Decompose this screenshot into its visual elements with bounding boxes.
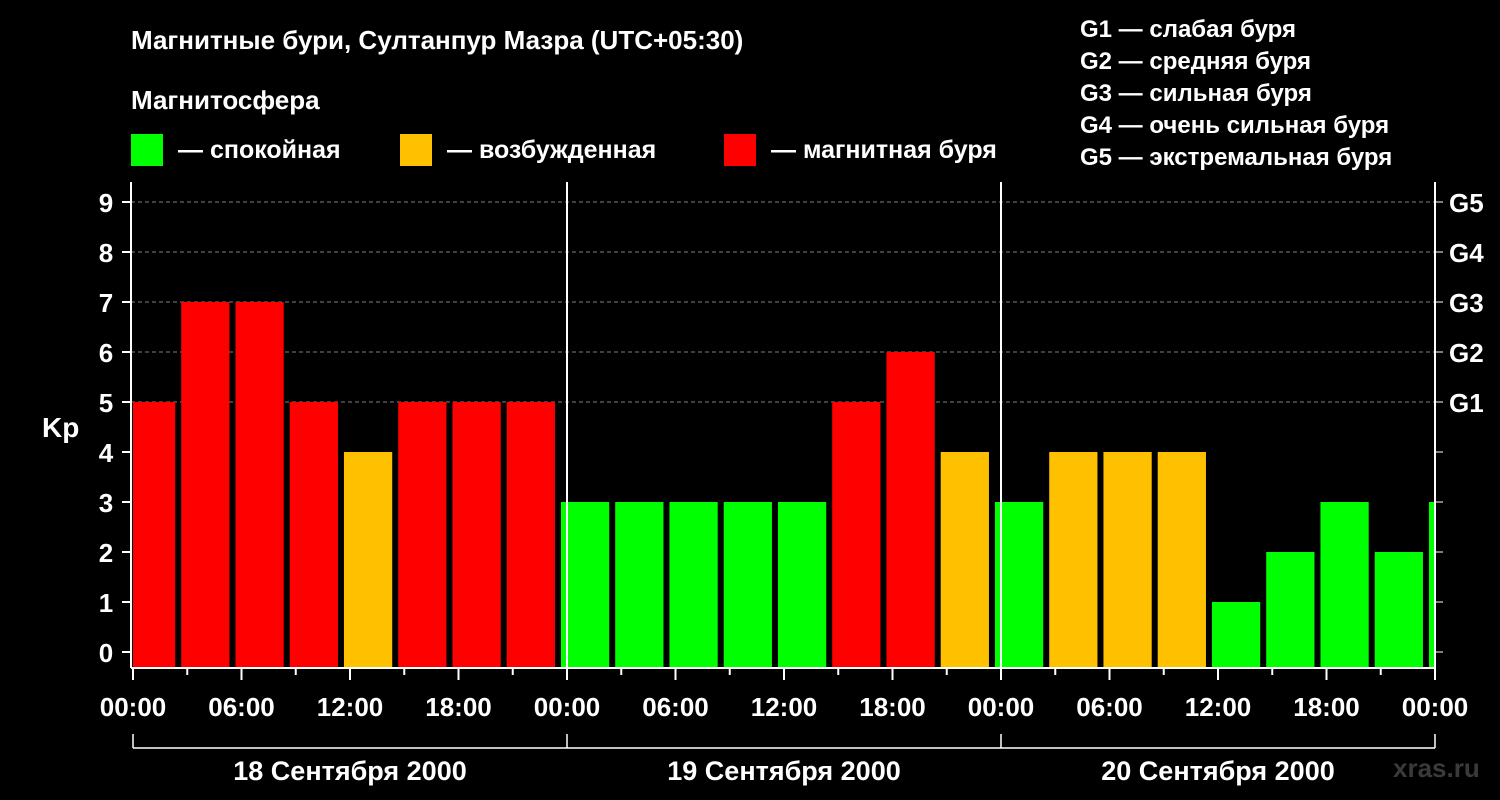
kp-bar <box>940 452 989 668</box>
legend: — спокойная — возбужденная — магнитная б… <box>131 134 997 166</box>
kp-bar <box>289 402 338 668</box>
kp-bar <box>398 402 447 668</box>
legend-swatch-storm <box>724 134 756 166</box>
kp-bar <box>452 402 501 668</box>
kp-bar <box>1211 602 1261 668</box>
chart-title: Магнитные бури, Султанпур Мазра (UTC+05:… <box>131 25 743 55</box>
legend-label-quiet: — спокойная <box>178 136 341 164</box>
x-tick-label: 12:00 <box>751 692 818 722</box>
y-tick-label: 9 <box>99 188 113 218</box>
kp-bar <box>560 502 610 668</box>
legend-label-active: — возбужденная <box>447 136 656 164</box>
y-tick-label: 7 <box>99 288 113 318</box>
x-tick-label: 00:00 <box>968 692 1035 722</box>
y-tick-label: 5 <box>99 388 113 418</box>
g-tick-label: G2 <box>1449 338 1484 368</box>
y-tick-label: 6 <box>99 338 113 368</box>
kp-bar <box>777 502 827 668</box>
kp-chart-svg: Магнитные бури, Султанпур Мазра (UTC+05:… <box>42 16 1484 786</box>
x-tick-label: 06:00 <box>1076 692 1143 722</box>
kp-bar <box>615 502 664 668</box>
legend-swatch-quiet <box>131 134 163 166</box>
y-tick-label: 3 <box>99 488 113 518</box>
kp-bar <box>506 402 555 668</box>
y-tick-label: 4 <box>99 438 114 468</box>
y-tick-label: 2 <box>99 538 113 568</box>
legend-heading: Магнитосфера <box>131 85 320 115</box>
g-tick-label: G4 <box>1449 238 1484 268</box>
kp-bar <box>1049 452 1098 668</box>
kp-bar <box>1103 452 1152 668</box>
x-tick-label: 06:00 <box>642 692 709 722</box>
grid-lines <box>131 201 1435 403</box>
kp-bar <box>669 502 718 668</box>
legend-label-storm: — магнитная буря <box>771 136 997 164</box>
g-tick-label: G3 <box>1449 288 1484 318</box>
g-tick-label: G1 <box>1449 388 1484 418</box>
storm-scale-g3: G3 — сильная буря <box>1080 80 1312 107</box>
x-tick-label: 00:00 <box>100 692 167 722</box>
y-axis-label: Kp <box>42 412 79 443</box>
y-tick-label: 1 <box>99 588 113 618</box>
storm-scale-g2: G2 — средняя буря <box>1080 48 1311 75</box>
x-tick-label: 18:00 <box>425 692 492 722</box>
x-ticks: 00:00 06:00 12:00 18:00 00:00 06:00 12:00 18:00… <box>100 668 1469 722</box>
day-label: 19 Сентября 2000 <box>667 756 900 786</box>
x-tick-label: 00:00 <box>534 692 601 722</box>
storm-scale-g1: G1 — слабая буря <box>1080 16 1296 43</box>
kp-bar <box>723 502 772 668</box>
kp-chart-page: Магнитные бури, Султанпур Мазра (UTC+05:… <box>0 0 1500 800</box>
x-tick-label: 18:00 <box>1293 692 1360 722</box>
y-tick-label: 8 <box>99 238 113 268</box>
watermark: xras.ru <box>1393 753 1480 783</box>
kp-bar <box>133 402 176 668</box>
day-label: 20 Сентября 2000 <box>1101 756 1334 786</box>
day-label: 18 Сентября 2000 <box>233 756 466 786</box>
kp-bar <box>1266 552 1315 668</box>
g-ticks: G1 G2 G3 G4 G5 <box>1449 188 1484 418</box>
x-tick-label: 06:00 <box>208 692 275 722</box>
x-tick-label: 00:00 <box>1402 692 1469 722</box>
storm-scale-g4: G4 — очень сильная буря <box>1080 112 1389 139</box>
kp-bar <box>832 402 881 668</box>
kp-bar <box>1320 502 1369 668</box>
kp-bar <box>1157 452 1206 668</box>
x-tick-label: 12:00 <box>1185 692 1252 722</box>
g-tick-label: G5 <box>1449 188 1484 218</box>
bars <box>133 302 1435 668</box>
legend-swatch-active <box>400 134 432 166</box>
storm-scale-g5: G5 — экстремальная буря <box>1080 144 1392 171</box>
x-tick-label: 12:00 <box>317 692 384 722</box>
kp-bar <box>886 352 935 668</box>
kp-bar <box>181 302 230 668</box>
kp-bar <box>1374 552 1423 668</box>
day-labels: 18 Сентября 2000 19 Сентября 2000 20 Сентя… <box>132 734 1436 786</box>
kp-bar <box>235 302 284 668</box>
x-tick-label: 18:00 <box>859 692 926 722</box>
storm-scale: G1 — слабая буря G2 — средняя буря G3 — … <box>1080 16 1392 171</box>
kp-bar <box>343 452 393 668</box>
kp-bar <box>994 502 1044 668</box>
y-tick-label: 0 <box>99 638 113 668</box>
